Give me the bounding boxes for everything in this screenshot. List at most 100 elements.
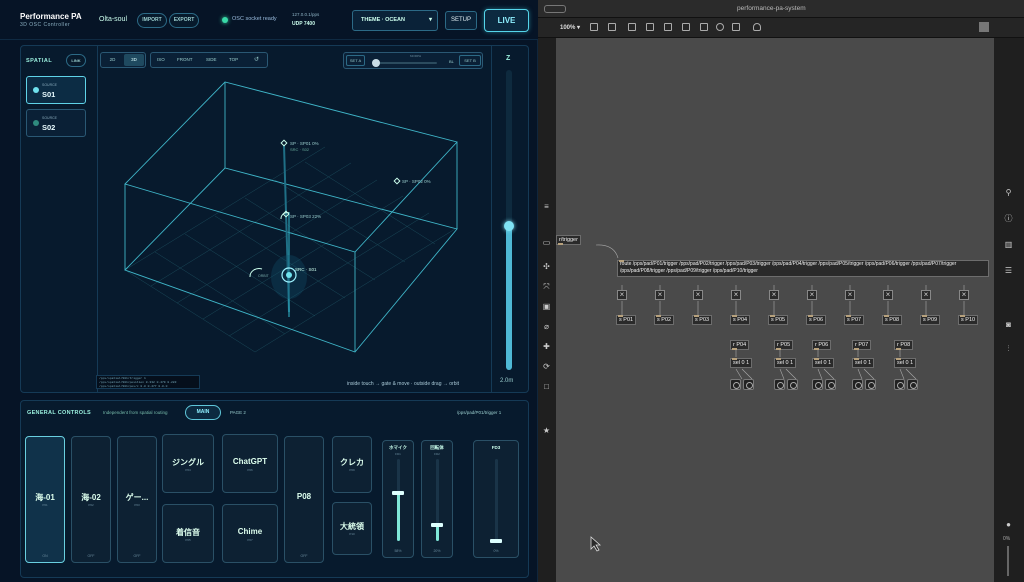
object-icon[interactable] bbox=[664, 23, 672, 31]
object-receive[interactable]: r P06 bbox=[812, 340, 832, 350]
fader-fd2[interactable]: 回転体 FD2 20% bbox=[421, 440, 453, 558]
bang-button[interactable] bbox=[812, 379, 823, 390]
speaker-sp03[interactable] bbox=[280, 210, 290, 220]
gate-toggle[interactable]: × bbox=[959, 290, 969, 300]
gate-toggle[interactable]: × bbox=[617, 290, 627, 300]
fader-knob[interactable] bbox=[392, 491, 404, 496]
gate-toggle[interactable]: × bbox=[921, 290, 931, 300]
gate-toggle[interactable]: × bbox=[807, 290, 817, 300]
object-sel[interactable]: sel 0 1 bbox=[774, 358, 797, 368]
search-icon[interactable]: ⚲ bbox=[1004, 188, 1013, 197]
bang-button[interactable] bbox=[894, 379, 905, 390]
camera-icon[interactable]: ◙ bbox=[1004, 320, 1013, 329]
inlet-icon[interactable] bbox=[700, 23, 708, 31]
speaker-sp02[interactable] bbox=[393, 177, 401, 185]
object-send[interactable]: s P05 bbox=[768, 315, 789, 325]
object-sel[interactable]: sel 0 1 bbox=[812, 358, 835, 368]
object-route[interactable]: route /pps/pad/P01/trigger /pps/pad/P02/… bbox=[617, 260, 989, 277]
set-a-button[interactable]: SET A bbox=[346, 55, 365, 66]
gate-toggle[interactable]: × bbox=[731, 290, 741, 300]
object-receive[interactable]: r P08 bbox=[894, 340, 914, 350]
object-send[interactable]: s P09 bbox=[920, 315, 941, 325]
object-receive[interactable]: r P05 bbox=[774, 340, 794, 350]
pad-p02[interactable]: 海-02 P02 OFF bbox=[71, 436, 111, 563]
source-s02[interactable]: SOURCE S02 bbox=[26, 109, 86, 137]
zoom-slider[interactable] bbox=[1007, 546, 1009, 576]
bang-button[interactable] bbox=[774, 379, 785, 390]
setup-button[interactable]: SETUP bbox=[445, 11, 477, 30]
object-receive[interactable]: r P07 bbox=[852, 340, 872, 350]
page-main-tab[interactable]: MAIN bbox=[185, 405, 221, 420]
patcher-canvas[interactable]: r/trigger route /pps/pad/P01/trigger /pp… bbox=[556, 38, 994, 582]
object-receive[interactable]: r P04 bbox=[730, 340, 750, 350]
speaker-sp01[interactable] bbox=[280, 139, 288, 147]
bang-button[interactable] bbox=[865, 379, 876, 390]
grid-icon[interactable] bbox=[628, 23, 636, 31]
z-knob[interactable] bbox=[504, 221, 514, 231]
info-icon[interactable]: ⓘ bbox=[1004, 214, 1013, 223]
pad-p04[interactable]: ジングル P04 bbox=[162, 434, 214, 493]
object-send[interactable]: s P04 bbox=[730, 315, 751, 325]
pad-p10[interactable]: 大統領 P10 bbox=[332, 502, 372, 555]
object-send[interactable]: s P08 bbox=[882, 315, 903, 325]
theme-select[interactable]: THEME · OCEAN ▾ bbox=[352, 10, 438, 31]
book-icon[interactable]: ▥ bbox=[1004, 240, 1013, 249]
loop-icon[interactable]: ⟳ bbox=[542, 362, 551, 371]
gate-toggle[interactable]: × bbox=[845, 290, 855, 300]
frame-icon[interactable]: □ bbox=[542, 382, 551, 391]
mode-2d-button[interactable]: 2D bbox=[102, 54, 123, 66]
gate-toggle[interactable]: × bbox=[883, 290, 893, 300]
object-send[interactable]: s P06 bbox=[806, 315, 827, 325]
mode-3d-button[interactable]: 3D bbox=[124, 54, 144, 66]
sidebar-toggle-icon[interactable] bbox=[544, 5, 566, 13]
bang-button[interactable] bbox=[825, 379, 836, 390]
lock-icon[interactable] bbox=[590, 23, 598, 31]
view-side-button[interactable]: SIDE bbox=[206, 57, 217, 62]
fader-fd3[interactable]: FD3 0% bbox=[473, 440, 519, 558]
image-icon[interactable]: ▣ bbox=[542, 302, 551, 311]
reset-view-icon[interactable]: ↺ bbox=[254, 56, 259, 63]
object-sel[interactable]: sel 0 1 bbox=[894, 358, 917, 368]
expand-icon[interactable]: ⤧ bbox=[542, 282, 551, 291]
live-button[interactable]: LIVE bbox=[484, 9, 529, 32]
menu-icon[interactable]: ≡ bbox=[542, 202, 551, 211]
pad-p06[interactable]: ChatGPT P06 bbox=[222, 434, 278, 493]
object-sel[interactable]: sel 0 1 bbox=[730, 358, 753, 368]
star-icon[interactable]: ★ bbox=[542, 426, 551, 435]
download-icon[interactable] bbox=[732, 23, 740, 31]
export-button[interactable]: EXPORT bbox=[169, 13, 199, 28]
message-icon[interactable] bbox=[682, 23, 690, 31]
view-top-button[interactable]: TOP bbox=[229, 57, 238, 62]
object-send[interactable]: s P10 bbox=[958, 315, 979, 325]
morph-knob[interactable] bbox=[372, 59, 380, 67]
paint-bucket-icon[interactable] bbox=[753, 23, 761, 31]
gate-toggle[interactable]: × bbox=[769, 290, 779, 300]
gate-toggle[interactable]: × bbox=[655, 290, 665, 300]
source-s01[interactable]: SOURCE S01 bbox=[26, 76, 86, 104]
pad-p09[interactable]: クレカ P09 bbox=[332, 436, 372, 493]
fader-knob[interactable] bbox=[490, 539, 502, 543]
plugin-icon[interactable]: ✣ bbox=[542, 262, 551, 271]
zoom-dot-icon[interactable]: ● bbox=[1004, 520, 1013, 529]
import-button[interactable]: IMPORT bbox=[137, 13, 167, 28]
z-slider[interactable] bbox=[504, 70, 514, 370]
pad-p08[interactable]: P08 OFF bbox=[284, 436, 324, 563]
spatial-viewport[interactable]: SP · SP01 0% SRC · S02 SP · SP02 0% SP ·… bbox=[100, 72, 487, 390]
puzzle-icon[interactable]: ✚ bbox=[542, 342, 551, 351]
pad-p03[interactable]: ゲー... P03 OFF bbox=[117, 436, 157, 563]
pad-p07[interactable]: Chime P07 bbox=[222, 504, 278, 563]
bang-button[interactable] bbox=[730, 379, 741, 390]
fader-fd1[interactable]: ホマイク FD1 58% bbox=[382, 440, 414, 558]
inspector-icon[interactable]: ▭ bbox=[542, 238, 551, 247]
view-iso-button[interactable]: ISO bbox=[157, 57, 165, 62]
gate-toggle[interactable]: × bbox=[693, 290, 703, 300]
view-front-button[interactable]: FRONT bbox=[177, 57, 193, 62]
sliders-icon[interactable]: ⫶ bbox=[1004, 344, 1013, 353]
page-2-tab[interactable]: PAGE 2 bbox=[230, 410, 246, 415]
bang-button[interactable] bbox=[787, 379, 798, 390]
object-send[interactable]: s P07 bbox=[844, 315, 865, 325]
bang-button[interactable] bbox=[852, 379, 863, 390]
set-b-button[interactable]: SET B bbox=[459, 55, 481, 66]
clip-icon[interactable]: ⌀ bbox=[542, 322, 551, 331]
bang-button[interactable] bbox=[743, 379, 754, 390]
